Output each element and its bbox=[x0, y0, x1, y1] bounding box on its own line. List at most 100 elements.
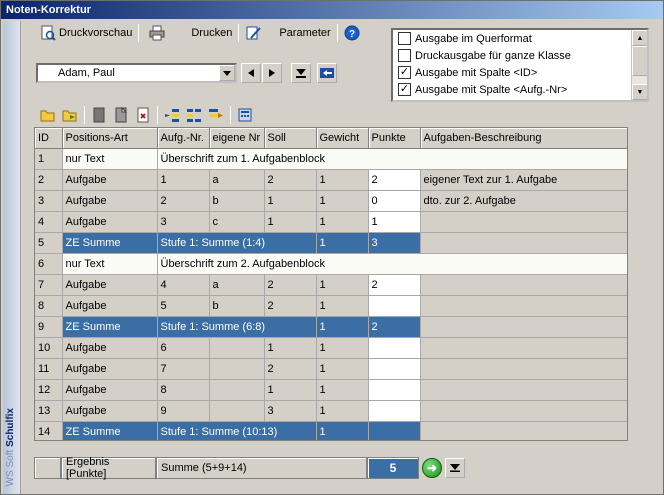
scroll-up-icon[interactable]: ▲ bbox=[632, 30, 647, 46]
go-arrow-icon[interactable]: ➜ bbox=[422, 458, 442, 478]
next-student-button[interactable] bbox=[262, 63, 282, 83]
cell-beschreibung[interactable] bbox=[420, 274, 627, 296]
help-button[interactable]: ? bbox=[341, 23, 363, 43]
cell-punkte[interactable] bbox=[368, 421, 421, 440]
cell-positions-art[interactable]: Aufgabe bbox=[62, 379, 158, 401]
cell-aufg-nr[interactable]: 9 bbox=[157, 400, 210, 422]
cell-soll[interactable]: 3 bbox=[264, 400, 317, 422]
cell-soll[interactable]: 2 bbox=[264, 274, 317, 296]
cell-gewicht[interactable]: 1 bbox=[316, 169, 369, 191]
calculator-button[interactable] bbox=[234, 105, 256, 125]
column-header-eigene-nr[interactable]: eigene Nr bbox=[209, 128, 265, 149]
cell-aufg-nr[interactable]: 6 bbox=[157, 337, 210, 359]
cell-beschreibung[interactable] bbox=[420, 295, 627, 317]
table-row[interactable]: 11 Aufgabe 7 2 1 bbox=[35, 358, 627, 380]
table-row[interactable]: 2 Aufgabe 1 a 2 1 2 eigener Text zur 1. Aufgabe bbox=[35, 169, 627, 191]
cell-punkte[interactable]: 0 bbox=[368, 190, 421, 212]
cell-heading-text[interactable]: Überschrift zum 1. Aufgabenblock bbox=[157, 148, 627, 170]
printer-icon-button[interactable] bbox=[146, 23, 168, 43]
append-row-button[interactable] bbox=[205, 105, 227, 125]
cell-aufg-nr[interactable]: 4 bbox=[157, 274, 210, 296]
option-querformat[interactable]: Ausgabe im Querformat bbox=[393, 30, 647, 47]
table-row[interactable]: 5 ZE Summe Stufe 1: Summe (1:4) 1 3 bbox=[35, 232, 627, 254]
cell-aufg-nr[interactable]: 1 bbox=[157, 169, 210, 191]
cell-positions-art[interactable]: ZE Summe bbox=[62, 421, 158, 440]
cell-beschreibung[interactable]: dto. zur 2. Aufgabe bbox=[420, 190, 627, 212]
cell-positions-art[interactable]: Aufgabe bbox=[62, 211, 158, 233]
option-checkbox-checked[interactable]: ✓ bbox=[398, 66, 411, 79]
cell-aufg-nr[interactable]: 8 bbox=[157, 379, 210, 401]
cell-eigene-nr[interactable] bbox=[209, 358, 265, 380]
cell-eigene-nr[interactable]: b bbox=[209, 190, 265, 212]
scroll-thumb[interactable] bbox=[632, 46, 647, 76]
student-select[interactable]: Adam, Paul bbox=[36, 63, 237, 83]
table-row[interactable]: 8 Aufgabe 5 b 2 1 bbox=[35, 295, 627, 317]
cell-sum-formula[interactable]: Stufe 1: Summe (6:8) bbox=[157, 316, 317, 338]
cell-eigene-nr[interactable] bbox=[209, 337, 265, 359]
cell-heading-text[interactable]: Überschrift zum 2. Aufgabenblock bbox=[157, 253, 627, 275]
cell-gewicht[interactable]: 1 bbox=[316, 190, 369, 212]
move-row-button[interactable] bbox=[183, 105, 205, 125]
cell-aufg-nr[interactable]: 5 bbox=[157, 295, 210, 317]
chevron-down-icon[interactable] bbox=[219, 65, 235, 81]
option-spalte-id[interactable]: ✓ Ausgabe mit Spalte <ID> bbox=[393, 64, 647, 81]
cell-soll[interactable]: 2 bbox=[264, 169, 317, 191]
cell-punkte[interactable]: 3 bbox=[368, 232, 421, 254]
table-row[interactable]: 7 Aufgabe 4 a 2 1 2 bbox=[35, 274, 627, 296]
cell-aufg-nr[interactable]: 2 bbox=[157, 190, 210, 212]
table-row[interactable]: 10 Aufgabe 6 1 1 bbox=[35, 337, 627, 359]
parameter-icon-button[interactable] bbox=[242, 23, 264, 43]
cell-positions-art[interactable]: Aufgabe bbox=[62, 337, 158, 359]
cell-aufg-nr[interactable]: 3 bbox=[157, 211, 210, 233]
column-header-id[interactable]: ID bbox=[35, 128, 63, 149]
cell-eigene-nr[interactable]: b bbox=[209, 295, 265, 317]
cell-gewicht[interactable]: 1 bbox=[316, 421, 369, 440]
cell-eigene-nr[interactable] bbox=[209, 400, 265, 422]
option-checkbox[interactable] bbox=[398, 32, 411, 45]
column-header-punkte[interactable]: Punkte bbox=[368, 128, 421, 149]
column-header-soll[interactable]: Soll bbox=[264, 128, 317, 149]
table-row[interactable]: 4 Aufgabe 3 c 1 1 1 bbox=[35, 211, 627, 233]
cell-punkte[interactable]: 2 bbox=[368, 274, 421, 296]
option-checkbox-checked[interactable]: ✓ bbox=[398, 83, 411, 96]
scroll-down-icon[interactable]: ▼ bbox=[632, 84, 647, 100]
table-row[interactable]: 6 nur Text Überschrift zum 2. Aufgabenbloc… bbox=[35, 253, 627, 275]
option-spalte-aufg-nr[interactable]: ✓ Ausgabe mit Spalte <Aufg.-Nr> bbox=[393, 81, 647, 98]
parameter-button[interactable]: Parameter bbox=[276, 23, 333, 43]
previous-student-button[interactable] bbox=[241, 63, 261, 83]
cell-positions-art[interactable]: Aufgabe bbox=[62, 169, 158, 191]
cell-gewicht[interactable]: 1 bbox=[316, 379, 369, 401]
cell-punkte[interactable]: 2 bbox=[368, 169, 421, 191]
column-header-aufg-nr[interactable]: Aufg.-Nr. bbox=[157, 128, 210, 149]
cell-punkte[interactable]: 2 bbox=[368, 316, 421, 338]
cell-soll[interactable]: 1 bbox=[264, 337, 317, 359]
copy-row-button[interactable] bbox=[110, 105, 132, 125]
cell-gewicht[interactable]: 1 bbox=[316, 232, 369, 254]
cell-positions-art[interactable]: Aufgabe bbox=[62, 358, 158, 380]
cell-positions-art[interactable]: Aufgabe bbox=[62, 190, 158, 212]
table-row[interactable]: 1 nur Text Überschrift zum 1. Aufgabenbloc… bbox=[35, 148, 627, 170]
cell-beschreibung[interactable] bbox=[420, 337, 627, 359]
column-header-gewicht[interactable]: Gewicht bbox=[316, 128, 369, 149]
cell-positions-art[interactable]: nur Text bbox=[62, 253, 158, 275]
cell-punkte[interactable]: 1 bbox=[368, 211, 421, 233]
print-button[interactable]: Drucken bbox=[188, 23, 235, 43]
new-row-button[interactable] bbox=[88, 105, 110, 125]
cell-gewicht[interactable]: 1 bbox=[316, 358, 369, 380]
chevron-down-icon[interactable] bbox=[445, 458, 465, 478]
cell-beschreibung[interactable] bbox=[420, 211, 627, 233]
print-preview-button[interactable]: Druckvorschau bbox=[37, 23, 135, 43]
cell-positions-art[interactable]: ZE Summe bbox=[62, 316, 158, 338]
cell-gewicht[interactable]: 1 bbox=[316, 211, 369, 233]
cell-beschreibung[interactable] bbox=[420, 379, 627, 401]
cell-positions-art[interactable]: Aufgabe bbox=[62, 400, 158, 422]
cell-punkte[interactable] bbox=[368, 358, 421, 380]
last-student-button[interactable] bbox=[291, 63, 311, 83]
cell-gewicht[interactable]: 1 bbox=[316, 295, 369, 317]
cell-gewicht[interactable]: 1 bbox=[316, 274, 369, 296]
table-row[interactable]: 9 ZE Summe Stufe 1: Summe (6:8) 1 2 bbox=[35, 316, 627, 338]
table-row[interactable]: 14 ZE Summe Stufe 1: Summe (10:13) 1 bbox=[35, 421, 627, 440]
cell-eigene-nr[interactable]: a bbox=[209, 169, 265, 191]
cell-soll[interactable]: 2 bbox=[264, 358, 317, 380]
column-header-positions-art[interactable]: Positions-Art bbox=[62, 128, 158, 149]
